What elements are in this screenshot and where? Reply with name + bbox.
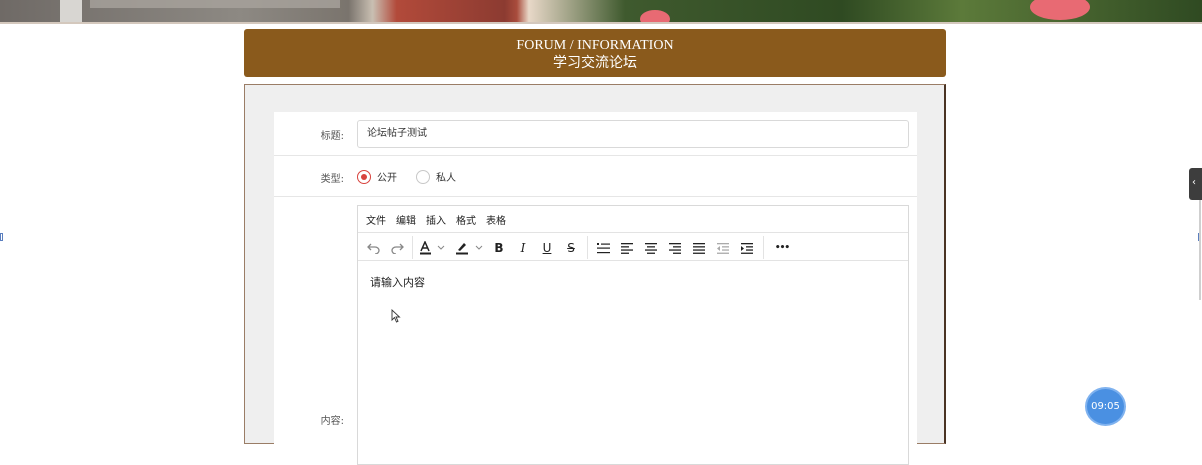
banner-divider [0,22,1202,24]
side-collapse-tab[interactable]: ‹ [1189,168,1202,200]
edge-marker-left [0,233,3,241]
title-label: 标题: [320,131,344,142]
editor-content[interactable]: 请输入内容 [370,274,425,290]
align-center-icon[interactable] [642,238,660,258]
post-form-card: 标题: 论坛帖子测试 类型: 公开 私人 内容: 文件 编辑 插入 格式 表格 [244,84,946,465]
rich-text-editor: 文件 编辑 插入 格式 表格 B I U S ••• 请输入内容 [357,205,909,465]
menu-table[interactable]: 表格 [486,212,506,227]
align-left-icon[interactable] [618,238,636,258]
list-icon[interactable] [594,238,612,258]
align-right-icon[interactable] [666,238,684,258]
top-banner-image [0,0,1202,22]
title-input[interactable]: 论坛帖子测试 [357,120,909,148]
menu-format[interactable]: 格式 [456,212,476,227]
bold-icon[interactable]: B [490,238,508,258]
strikethrough-icon[interactable]: S [562,238,580,258]
mouse-cursor-icon [391,309,401,323]
radio-public-circle[interactable] [357,169,371,184]
italic-icon[interactable]: I [514,238,532,258]
radio-public-label: 公开 [377,173,397,184]
menu-edit[interactable]: 编辑 [396,212,416,227]
redo-icon[interactable] [388,238,406,258]
header-title-cn: 学习交流论坛 [553,55,637,71]
header-title-en: FORUM / INFORMATION [516,38,674,53]
editor-menubar: 文件 编辑 插入 格式 表格 [358,206,908,233]
justify-icon[interactable] [690,238,708,258]
title-row: 标题: 论坛帖子测试 [274,112,917,156]
undo-icon[interactable] [364,238,382,258]
post-form: 标题: 论坛帖子测试 类型: 公开 私人 内容: 文件 编辑 插入 格式 表格 [274,112,917,465]
text-color-icon[interactable] [418,238,448,258]
indent-icon[interactable] [738,238,756,258]
radio-public[interactable]: 公开 [357,169,397,184]
editor-toolbar: B I U S ••• [358,234,908,261]
outdent-icon[interactable] [714,238,732,258]
underline-icon[interactable]: U [538,238,556,258]
menu-insert[interactable]: 插入 [426,212,446,227]
scrollbar[interactable] [1199,200,1201,300]
forum-header: FORUM / INFORMATION 学习交流论坛 [244,29,946,77]
chevron-left-icon: ‹ [1192,177,1196,188]
radio-private-label: 私人 [436,173,456,184]
content-label: 内容: [320,416,344,427]
more-icon[interactable]: ••• [770,238,794,258]
type-row: 类型: 公开 私人 [274,156,917,197]
highlight-icon[interactable] [454,238,486,258]
menu-file[interactable]: 文件 [366,212,386,227]
radio-private-circle[interactable] [416,169,430,184]
type-label: 类型: [320,174,344,185]
radio-private[interactable]: 私人 [416,169,456,184]
timer-bubble[interactable]: 09:05 [1087,389,1124,424]
